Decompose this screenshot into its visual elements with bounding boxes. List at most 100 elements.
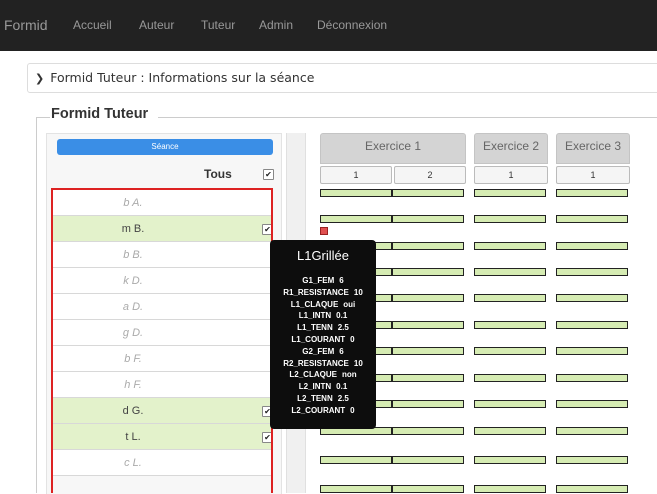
tooltip-key: G2_FEM xyxy=(302,346,335,356)
fieldset-left-border xyxy=(36,117,37,493)
answer-cell[interactable] xyxy=(392,347,464,355)
tooltip-key: R1_RESISTANCE xyxy=(283,287,349,297)
answer-cell[interactable] xyxy=(392,189,464,197)
answer-cell[interactable] xyxy=(392,294,464,302)
answer-cell[interactable] xyxy=(320,456,392,464)
tooltip-title: L1Grillée xyxy=(296,248,350,263)
nav-deconnexion[interactable]: Déconnexion xyxy=(317,0,387,51)
tooltip-key: L2_TENN xyxy=(297,394,333,403)
answer-cell[interactable] xyxy=(556,189,628,197)
answer-cell[interactable] xyxy=(474,427,546,435)
answer-cell[interactable] xyxy=(474,485,546,493)
exercise-header-3[interactable]: Exercice 3 xyxy=(556,133,630,164)
fieldset-legend: Formid Tuteur xyxy=(51,106,155,122)
nav-tuteur[interactable]: Tuteur xyxy=(201,0,235,51)
answer-cell[interactable] xyxy=(392,400,464,408)
answer-cell[interactable] xyxy=(556,485,628,493)
answer-cell[interactable] xyxy=(392,215,464,223)
exercise-header-1[interactable]: Exercice 1 xyxy=(320,133,466,164)
answer-cell[interactable] xyxy=(392,321,464,329)
tooltip-value: 2.5 xyxy=(337,394,349,403)
tooltip-value: non xyxy=(341,370,357,380)
answer-cell[interactable] xyxy=(474,321,546,329)
answer-cell[interactable] xyxy=(556,268,628,276)
nav-auteur[interactable]: Auteur xyxy=(139,0,174,51)
tooltip-value: 10 xyxy=(353,358,363,368)
answer-cell[interactable] xyxy=(474,268,546,276)
nav-accueil[interactable]: Accueil xyxy=(73,0,112,51)
answer-cell[interactable] xyxy=(392,485,464,493)
tooltip-value: 0 xyxy=(350,405,355,415)
tooltip-row: L1_COURANT 0 xyxy=(270,335,376,345)
answer-cell[interactable] xyxy=(392,268,464,276)
fieldset-top-border-right xyxy=(158,117,657,118)
tooltip-key: L2_INTN xyxy=(298,382,332,392)
breadcrumb-text: Formid Tuteur : Informations sur la séan… xyxy=(50,70,315,85)
chevron-right-icon: ❯ xyxy=(35,72,45,85)
tooltip-row: G2_FEM 6 xyxy=(270,347,376,357)
answer-cell[interactable] xyxy=(392,242,464,250)
answer-cell[interactable] xyxy=(392,427,464,435)
answer-cell[interactable] xyxy=(556,400,628,408)
nav-admin[interactable]: Admin xyxy=(259,0,293,51)
tooltip-key: G1_FEM xyxy=(302,276,335,285)
answer-cell[interactable] xyxy=(474,189,546,197)
tooltip-row: L2_TENN 2.5 xyxy=(270,394,376,404)
answer-tooltip: L1Grillée G1_FEM 6 R1_RESISTANCE 10 L1_CLAQU… xyxy=(270,240,376,429)
exercise-header-2[interactable]: Exercice 2 xyxy=(474,133,548,164)
answer-cell[interactable] xyxy=(556,242,628,250)
answer-cell[interactable] xyxy=(474,215,546,223)
tooltip-row: L2_INTN 0.1 xyxy=(270,382,376,392)
answer-cell[interactable] xyxy=(474,294,546,302)
tooltip-row: L1_CLAQUE oui xyxy=(270,300,376,310)
answer-cell[interactable] xyxy=(474,374,546,382)
question-header-3-1[interactable]: 1 xyxy=(556,166,630,184)
seance-button[interactable]: Séance xyxy=(57,139,273,155)
answer-marker[interactable] xyxy=(320,227,328,235)
tous-label: Tous xyxy=(204,167,232,181)
tooltip-value: 0.1 xyxy=(336,382,348,392)
answer-cell[interactable] xyxy=(556,215,628,223)
answer-cell[interactable] xyxy=(474,347,546,355)
answer-cell[interactable] xyxy=(320,215,392,223)
answer-cell[interactable] xyxy=(320,189,392,197)
tooltip-row: L2_CLAQUE non xyxy=(270,370,376,380)
tooltip-value: 0.1 xyxy=(336,311,348,321)
tooltip-key: L2_CLAQUE xyxy=(289,370,337,380)
tooltip-key: L1_INTN xyxy=(298,311,332,321)
answer-cell[interactable] xyxy=(320,485,392,493)
answer-cell[interactable] xyxy=(556,347,628,355)
student-list-frame xyxy=(51,188,273,493)
tooltip-key: L1_TENN xyxy=(297,323,333,333)
tooltip-key: R2_RESISTANCE xyxy=(283,358,349,368)
tooltip-key: L2_COURANT xyxy=(291,405,346,415)
answer-cell[interactable] xyxy=(474,400,546,408)
tous-checkbox[interactable]: ✔ xyxy=(263,169,274,180)
answer-cell[interactable] xyxy=(556,456,628,464)
tooltip-value: 10 xyxy=(353,287,363,297)
top-navbar: Formid Accueil Auteur Tuteur Admin Décon… xyxy=(0,0,657,51)
answer-cell[interactable] xyxy=(474,456,546,464)
answer-cell[interactable] xyxy=(556,321,628,329)
answer-cell[interactable] xyxy=(556,374,628,382)
tooltip-row: R2_RESISTANCE 10 xyxy=(270,359,376,369)
fieldset-top-border-left xyxy=(36,117,50,118)
question-header-1-2[interactable]: 2 xyxy=(394,166,466,184)
question-header-2-1[interactable]: 1 xyxy=(474,166,548,184)
breadcrumb: ❯ Formid Tuteur : Informations sur la séa… xyxy=(27,63,657,93)
tooltip-value: 0 xyxy=(350,335,355,344)
tooltip-row: L1_INTN 0.1 xyxy=(270,311,376,321)
tooltip-value: 2.5 xyxy=(337,323,349,333)
tooltip-row: L2_COURANT 0 xyxy=(270,406,376,416)
tooltip-value: oui xyxy=(343,299,356,309)
answer-cell[interactable] xyxy=(474,242,546,250)
answer-cell[interactable] xyxy=(392,374,464,382)
answer-cell[interactable] xyxy=(556,427,628,435)
question-header-1-1[interactable]: 1 xyxy=(320,166,392,184)
answer-cell[interactable] xyxy=(556,294,628,302)
answer-cell[interactable] xyxy=(392,456,464,464)
tooltip-row: G1_FEM 6 xyxy=(270,276,376,286)
brand-link[interactable]: Formid xyxy=(4,0,48,51)
tooltip-row: R1_RESISTANCE 10 xyxy=(270,288,376,298)
tooltip-value: 6 xyxy=(339,346,344,356)
